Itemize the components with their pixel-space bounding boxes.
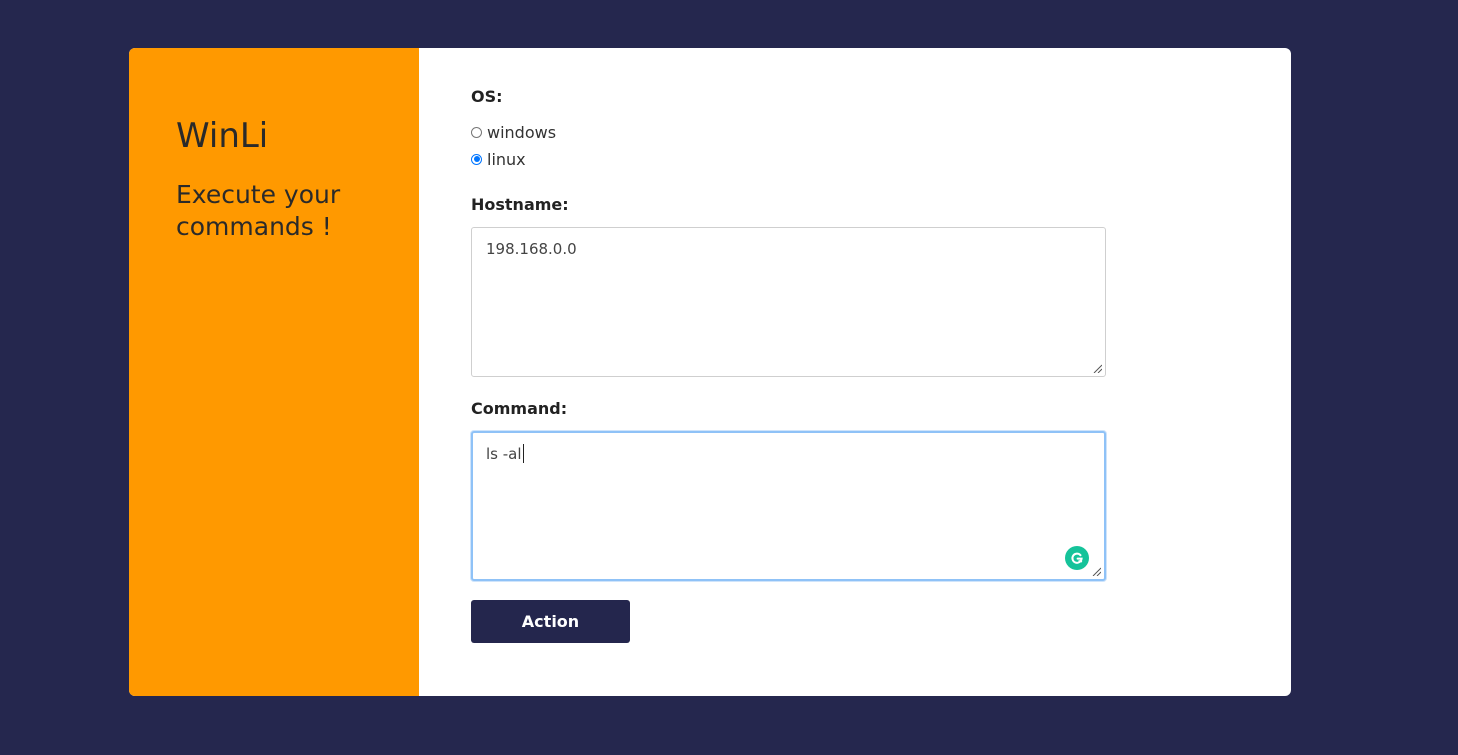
command-field[interactable]: ls -al — [471, 431, 1106, 581]
grammarly-icon[interactable] — [1065, 546, 1089, 570]
hostname-label: Hostname: — [471, 195, 569, 214]
hostname-value: 198.168.0.0 — [486, 240, 577, 258]
brand-title: WinLi — [176, 116, 269, 156]
action-button[interactable]: Action — [471, 600, 630, 643]
resize-grip-icon[interactable] — [1092, 363, 1102, 373]
tagline: Execute your commands ! — [176, 180, 341, 241]
os-option-windows[interactable]: windows — [471, 122, 556, 142]
os-option-linux-label: linux — [487, 149, 526, 169]
command-value: ls -al — [486, 445, 522, 463]
command-label: Command: — [471, 399, 568, 418]
main-card: WinLi Execute your commands ! OS: window… — [129, 48, 1291, 696]
os-option-windows-label: windows — [487, 122, 557, 142]
radio-windows[interactable] — [471, 126, 482, 138]
os-label: OS: — [471, 87, 503, 106]
os-option-linux[interactable]: linux — [471, 149, 526, 169]
resize-grip-icon[interactable] — [1091, 566, 1101, 576]
sidebar: WinLi Execute your commands ! — [129, 48, 419, 696]
hostname-field[interactable]: 198.168.0.0 — [471, 227, 1106, 377]
text-caret — [522, 444, 524, 463]
radio-linux[interactable] — [471, 153, 482, 165]
command-form: OS: windows linux Hostname: 198.168.0.0 … — [471, 48, 1111, 696]
